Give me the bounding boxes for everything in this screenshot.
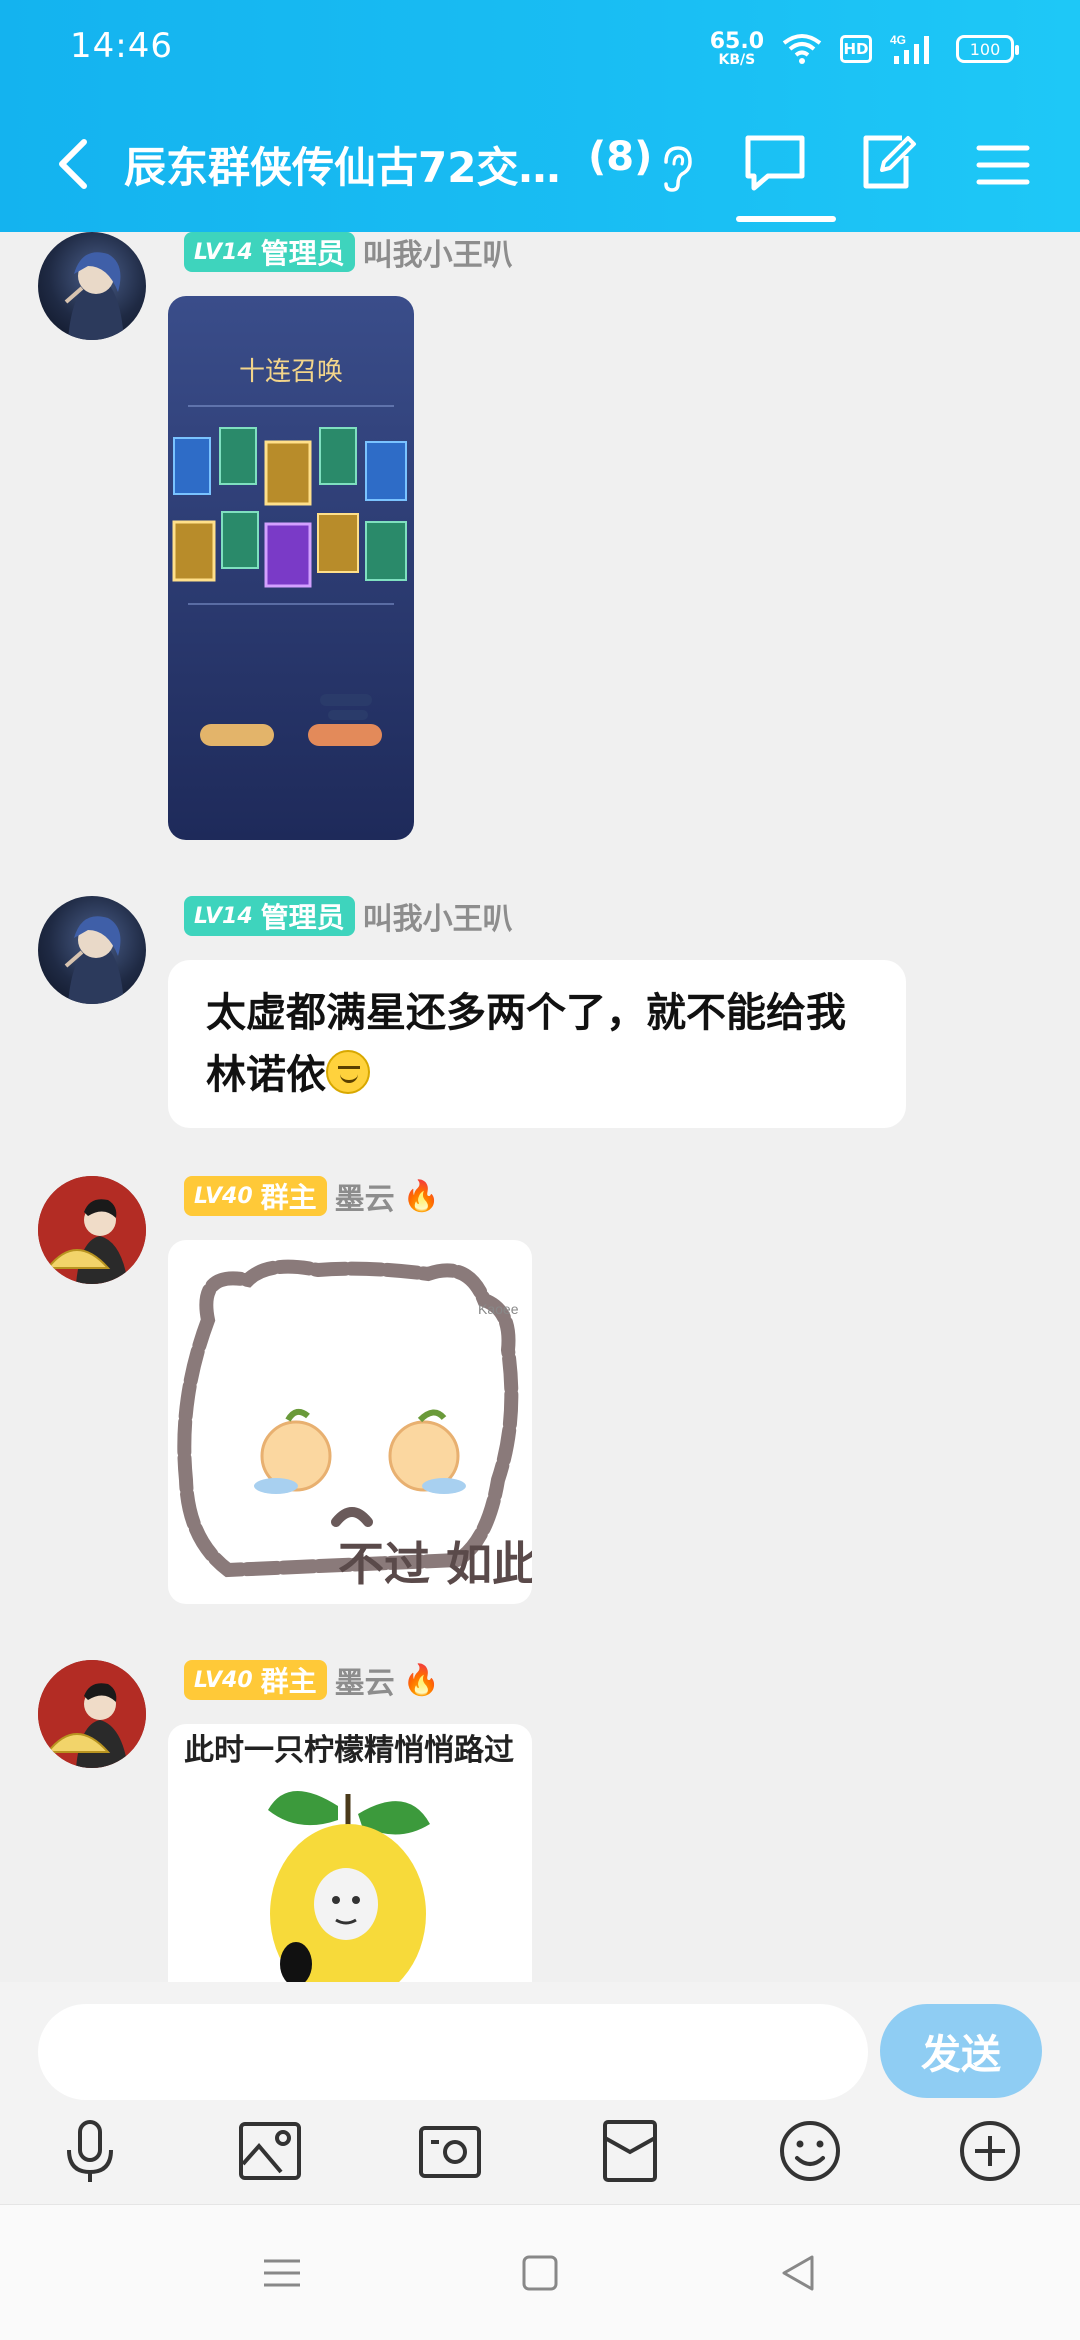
avatar[interactable] [38,1660,146,1768]
sticker-image[interactable]: 此时一只柠檬精悄悄路过 [168,1724,532,1982]
avatar-art [38,1176,146,1284]
message-input[interactable] [38,2004,868,2100]
net-speed-value: 65.0 [709,29,764,54]
sender-name[interactable]: 墨云 [335,1174,395,1218]
status-time: 14:46 [70,26,173,66]
bear-sticker-art: Kaoee 不过 如此 [177,1259,532,1591]
admin-badge: LV14 管理员 [184,232,355,272]
avatar-art [64,916,124,1004]
level-label: LV14 [194,903,253,929]
avatar[interactable] [38,232,146,340]
status-bar: 14:46 65.0 KB/S HD 4G 100 [0,0,1080,96]
role-label: 群主 [260,1181,317,1214]
menu-icon[interactable] [260,2251,304,2295]
input-toolbar [0,2116,1080,2196]
sender-name[interactable]: 墨云 [335,1658,395,1702]
role-label: 管理员 [260,901,345,934]
level-label: LV40 [194,1183,253,1209]
message-meta: LV14 管理员 叫我小王叭 [184,894,513,938]
game-banner: 十连召唤 [239,357,343,387]
home-icon[interactable] [518,2251,562,2295]
admin-badge: LV14 管理员 [184,896,355,936]
image-icon[interactable] [235,2116,305,2186]
level-label: LV14 [194,239,253,265]
sender-name[interactable]: 叫我小王叭 [363,230,513,274]
message-meta: LV14 管理员 叫我小王叭 [184,230,513,274]
level-label: LV40 [194,1667,253,1693]
avatar[interactable] [38,896,146,1004]
lemon-sticker-art: 此时一只柠檬精悄悄路过 [184,1733,514,1982]
active-tab-indicator [736,216,836,222]
member-count: (8) [588,134,653,180]
wifi-icon [782,34,822,64]
group-title[interactable]: 辰东群侠传仙古72交… [124,134,560,195]
emoji-icon[interactable] [775,2116,845,2186]
sender-name[interactable]: 叫我小王叭 [363,894,513,938]
system-navigation-bar [0,2204,1080,2340]
game-screenshot-image[interactable]: 十连召唤 [168,296,414,840]
chat-header: 14:46 65.0 KB/S HD 4G 100 辰东群侠传仙古72交… (8… [0,0,1080,232]
net-speed-unit: KB/S [718,52,756,68]
owner-badge: LV40 群主 [184,1176,327,1216]
smile-emoji-icon [326,1050,370,1094]
sticker-caption: 此时一只柠檬精悄悄路过 [184,1733,514,1768]
sticker-watermark: Kaoee [478,1301,519,1317]
signal-icon: 4G [890,33,929,64]
hd-badge: HD [840,35,872,63]
owner-badge: LV40 群主 [184,1660,327,1700]
avatar-art [64,252,124,340]
role-label: 群主 [260,1665,317,1698]
avatar[interactable] [38,1176,146,1284]
chat-tab-icon[interactable] [740,132,810,192]
sticker-image[interactable]: Kaoee 不过 如此 [168,1240,532,1604]
nav-bar: 辰东群侠传仙古72交… (8) [0,108,1080,222]
red-packet-icon[interactable] [595,2116,665,2186]
back-icon[interactable] [776,2251,820,2295]
edit-icon[interactable] [858,132,918,192]
fire-icon: 🔥 [402,1662,441,1698]
status-icons: 65.0 KB/S HD 4G 100 [709,24,1019,74]
game-screenshot-art: 十连召唤 [168,296,414,840]
plus-icon[interactable] [955,2116,1025,2186]
avatar-art [38,1660,146,1768]
microphone-icon[interactable] [55,2116,125,2186]
role-label: 管理员 [260,237,345,270]
message-meta: LV40 群主 墨云 🔥 [184,1658,441,1702]
network-speed: 65.0 KB/S [709,29,764,68]
fire-icon: 🔥 [402,1178,441,1214]
menu-icon[interactable] [975,140,1031,190]
battery-icon: 100 [956,35,1019,63]
send-button[interactable]: 发送 [880,2004,1042,2098]
sticker-caption: 不过 如此 [338,1537,532,1591]
message-bubble[interactable]: 太虚都满星还多两个了，就不能给我林诺依 [168,960,906,1128]
message-meta: LV40 群主 墨云 🔥 [184,1174,441,1218]
network-type: 4G [890,33,906,47]
message-text: 太虚都满星还多两个了，就不能给我林诺依 [206,990,846,1098]
ear-icon[interactable] [656,144,696,194]
back-button[interactable] [50,136,100,192]
input-area: 发送 [0,1982,1080,2204]
camera-icon[interactable] [415,2116,485,2186]
